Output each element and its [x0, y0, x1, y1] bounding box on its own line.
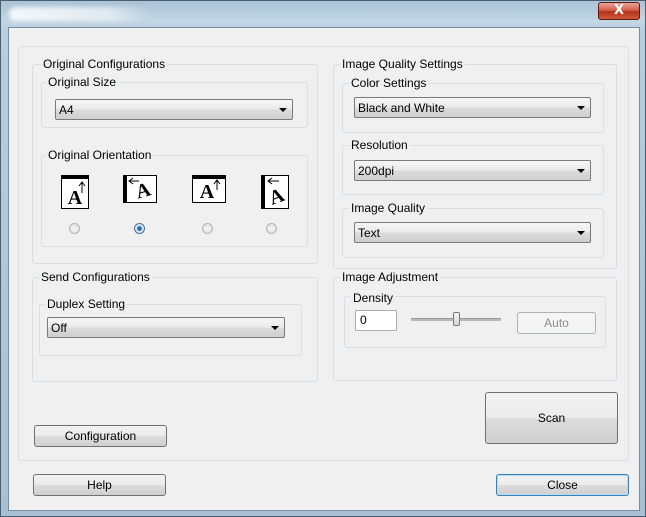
chevron-down-icon [279, 108, 287, 112]
dialog-client-area: Original Configurations Original Size A4… [8, 27, 640, 511]
original-size-label: Original Size [46, 75, 119, 89]
color-settings-group: Color Settings Black and White [342, 76, 604, 133]
window-close-button[interactable]: X [598, 2, 640, 20]
auto-button[interactable]: Auto [517, 312, 596, 334]
send-configurations-title: Send Configurations [39, 270, 152, 284]
orientation-radio-4[interactable] [266, 223, 277, 234]
chevron-down-icon [577, 106, 585, 110]
image-quality-dropdown[interactable]: Text [354, 222, 591, 243]
image-quality-label: Image Quality [349, 201, 428, 215]
window-title-blurred [9, 7, 151, 21]
chevron-down-icon [577, 231, 585, 235]
chevron-down-icon [577, 169, 585, 173]
title-bar[interactable]: X [1, 1, 645, 27]
density-value: 0 [360, 313, 367, 327]
orientation-portrait-alt-icon[interactable]: A [192, 175, 226, 203]
scan-button[interactable]: Scan [485, 392, 618, 444]
color-settings-label: Color Settings [349, 76, 429, 90]
image-quality-settings-group: Image Quality Settings Color Settings Bl… [333, 57, 617, 269]
settings-panel: Original Configurations Original Size A4… [18, 46, 629, 461]
svg-text:A: A [68, 187, 83, 209]
orientation-portrait-icon[interactable]: A [61, 175, 89, 209]
image-quality-value: Text [358, 226, 381, 240]
color-settings-dropdown[interactable]: Black and White [354, 97, 591, 118]
svg-text:A: A [200, 181, 215, 203]
resolution-group: Resolution 200dpi [342, 138, 604, 195]
original-configurations-title: Original Configurations [41, 57, 168, 71]
orientation-radio-1[interactable] [69, 223, 80, 234]
orientation-radio-2[interactable] [134, 223, 145, 234]
density-label: Density [351, 291, 396, 305]
duplex-setting-group: Duplex Setting Off [39, 297, 302, 356]
original-orientation-label: Original Orientation [46, 148, 154, 162]
original-configurations-group: Original Configurations Original Size A4… [32, 57, 318, 264]
resolution-dropdown[interactable]: 200dpi [354, 160, 591, 181]
original-size-group: Original Size A4 [41, 75, 308, 128]
density-input[interactable]: 0 [355, 310, 397, 331]
original-orientation-group: Original Orientation A A A A [41, 148, 308, 247]
send-configurations-group: Send Configurations Duplex Setting Off [32, 270, 318, 382]
orientation-landscape-right-icon[interactable]: A [261, 175, 289, 209]
duplex-setting-value: Off [51, 321, 67, 335]
image-adjustment-title: Image Adjustment [340, 270, 441, 284]
original-size-dropdown[interactable]: A4 [55, 99, 293, 120]
orientation-landscape-left-icon[interactable]: A [123, 175, 157, 203]
resolution-value: 200dpi [358, 164, 395, 178]
duplex-setting-label: Duplex Setting [45, 297, 128, 311]
density-slider-thumb[interactable] [453, 312, 460, 326]
color-settings-value: Black and White [358, 101, 445, 115]
original-size-value: A4 [59, 103, 74, 117]
image-quality-group: Image Quality Text [342, 201, 604, 258]
density-group: Density 0 Auto [344, 291, 606, 348]
close-button[interactable]: Close [496, 474, 629, 496]
configuration-button[interactable]: Configuration [34, 425, 167, 447]
duplex-setting-dropdown[interactable]: Off [47, 317, 285, 338]
dialog-window: X Original Configurations Original Size … [0, 0, 646, 517]
orientation-radio-3[interactable] [202, 223, 213, 234]
resolution-label: Resolution [349, 138, 410, 152]
image-adjustment-group: Image Adjustment Density 0 Auto [333, 270, 617, 381]
help-button[interactable]: Help [33, 474, 166, 496]
chevron-down-icon [271, 326, 279, 330]
image-quality-settings-title: Image Quality Settings [340, 57, 465, 71]
